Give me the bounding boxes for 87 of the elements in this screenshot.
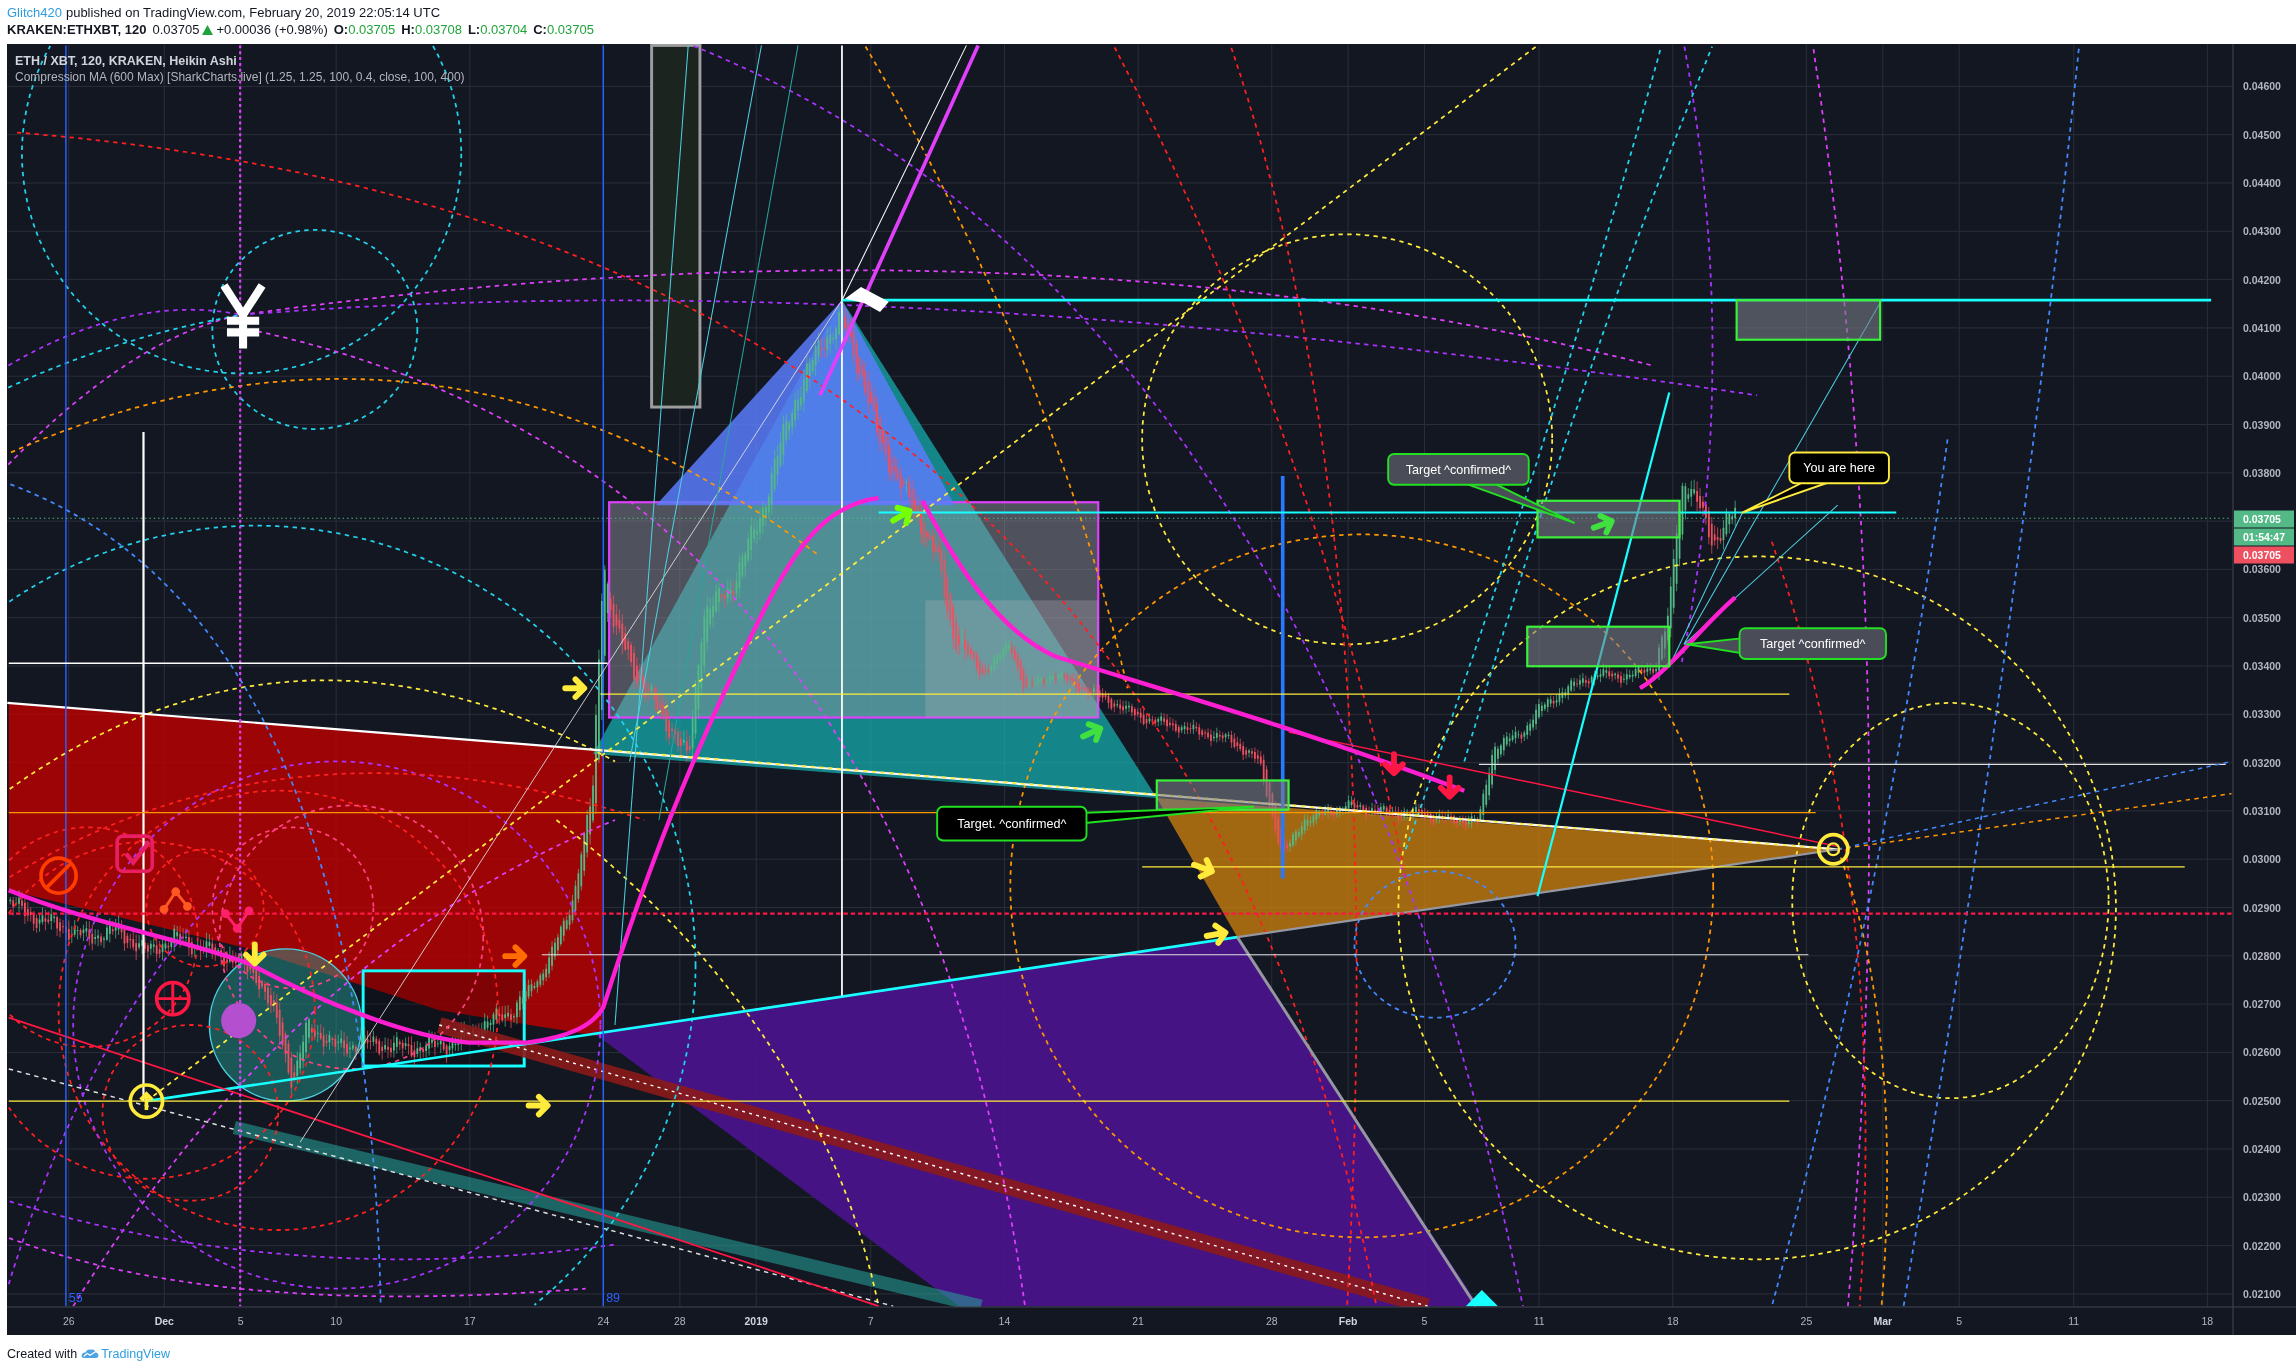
ohlc-label: O: bbox=[333, 21, 349, 38]
price-label: 0.03100 bbox=[2243, 804, 2281, 817]
price-label: 0.02400 bbox=[2243, 1143, 2281, 1155]
ohlc-value: 0.03704 bbox=[480, 21, 528, 38]
arrow-icon bbox=[890, 504, 913, 526]
ohlc-value: 0.03705 bbox=[546, 21, 594, 38]
ohlc-value: 0.03708 bbox=[414, 21, 462, 38]
price-label: 0.02900 bbox=[2243, 901, 2281, 914]
time-label: 21 bbox=[1132, 1315, 1144, 1327]
arrow-icon bbox=[502, 944, 528, 968]
arrow-icon bbox=[1590, 513, 1615, 536]
time-label: 18 bbox=[2201, 1315, 2214, 1327]
time-zone-label: 55 bbox=[68, 1290, 83, 1305]
time-label: 2019 bbox=[744, 1315, 768, 1327]
time-label: 28 bbox=[1265, 1315, 1278, 1327]
arrow-icon bbox=[1191, 857, 1215, 880]
price-change: +0.00036 (+0.98%) bbox=[216, 21, 328, 38]
time-label: 24 bbox=[597, 1315, 610, 1327]
triangle-icon bbox=[1465, 1290, 1498, 1307]
ohlc-label: C: bbox=[533, 21, 547, 38]
price-label: 0.03800 bbox=[2243, 466, 2281, 479]
time-label: 7 bbox=[867, 1315, 874, 1327]
price-label: 0.04000 bbox=[2243, 370, 2281, 383]
price-label: 0.02600 bbox=[2243, 1046, 2281, 1059]
arrow-icon bbox=[243, 941, 267, 967]
time-label: 17 bbox=[463, 1315, 476, 1327]
time-label: Dec bbox=[154, 1315, 174, 1327]
time-label: 5 bbox=[1956, 1315, 1963, 1327]
price-label: 0.03600 bbox=[2243, 563, 2281, 576]
crosshair-icon bbox=[154, 980, 191, 1017]
time-label: 14 bbox=[998, 1315, 1011, 1327]
price-label: 0.02300 bbox=[2243, 1191, 2281, 1204]
price-label: 0.02700 bbox=[2243, 998, 2281, 1011]
time-label: Feb bbox=[1338, 1315, 1358, 1327]
price-label: 0.03000 bbox=[2243, 853, 2281, 866]
dot-icon bbox=[221, 1003, 257, 1039]
arrow-icon bbox=[562, 676, 588, 700]
tradingview-link[interactable]: TradingView bbox=[101, 1346, 170, 1361]
price-label: 0.02500 bbox=[2243, 1094, 2281, 1107]
price-label: 0.03500 bbox=[2243, 611, 2281, 624]
price-label: 0.04500 bbox=[2243, 128, 2281, 141]
ohlc-label: L: bbox=[467, 21, 481, 38]
ohlc-label: H: bbox=[401, 21, 415, 38]
price-label: 0.02200 bbox=[2243, 1239, 2281, 1252]
time-label: 11 bbox=[2068, 1315, 2080, 1327]
callout-label: Target ^confirmed^ bbox=[1387, 453, 1576, 524]
ohlc-value: 0.03705 bbox=[348, 21, 396, 38]
arrow-icon bbox=[1437, 774, 1462, 800]
time-label: 5 bbox=[237, 1315, 244, 1327]
price-label: 0.04300 bbox=[2243, 225, 2281, 238]
price-label: 0.04100 bbox=[2243, 321, 2281, 334]
time-label: Mar bbox=[1873, 1315, 1893, 1327]
price-label: 0.03400 bbox=[2243, 660, 2281, 672]
time-label: 11 bbox=[1533, 1315, 1545, 1327]
time-label: 18 bbox=[1666, 1315, 1679, 1327]
checkbox-icon bbox=[115, 834, 155, 874]
created-with-text: Created with bbox=[7, 1346, 78, 1361]
author-link[interactable]: Glitch420 bbox=[7, 4, 62, 21]
cloud-icon bbox=[81, 1348, 100, 1359]
callout-label: You are here bbox=[1741, 451, 1890, 514]
publish-info: published on TradingView.com, February 20, 2019 22:05:14 UTC bbox=[65, 4, 441, 21]
last-price: 0.03705 bbox=[152, 21, 200, 38]
arrow-icon bbox=[1203, 922, 1229, 946]
nodes-icon bbox=[221, 906, 254, 933]
prohibited-icon bbox=[39, 856, 78, 896]
ring-icon bbox=[1816, 832, 1850, 866]
time-zone-label: 89 bbox=[606, 1290, 621, 1305]
price-label: 0.04600 bbox=[2243, 80, 2281, 93]
arrow-icon bbox=[1382, 751, 1406, 777]
arrow-icon bbox=[1080, 721, 1104, 744]
time-label: 25 bbox=[1800, 1315, 1813, 1327]
time-label: 5 bbox=[1421, 1315, 1428, 1327]
price-label: 0.02800 bbox=[2243, 949, 2281, 962]
price-label: 0.04200 bbox=[2243, 273, 2281, 286]
arrow-icon bbox=[525, 1093, 551, 1118]
price-label: 0.03900 bbox=[2243, 418, 2281, 431]
time-label: 28 bbox=[674, 1315, 686, 1327]
nodes-icon bbox=[159, 887, 192, 914]
price-label: 0.03300 bbox=[2243, 708, 2281, 721]
time-label: 26 bbox=[63, 1315, 75, 1327]
price-label: 0.02100 bbox=[2243, 1287, 2281, 1300]
callout-label: Target ^confirmed^ bbox=[1685, 627, 1887, 660]
time-label: 10 bbox=[330, 1315, 342, 1327]
price-label: 0.03200 bbox=[2243, 756, 2281, 769]
callout-label: Target. ^confirmed^ bbox=[936, 805, 1255, 842]
symbol-label: KRAKEN:ETHXBT, 120 bbox=[7, 21, 147, 38]
price-label: 0.04400 bbox=[2243, 177, 2281, 189]
